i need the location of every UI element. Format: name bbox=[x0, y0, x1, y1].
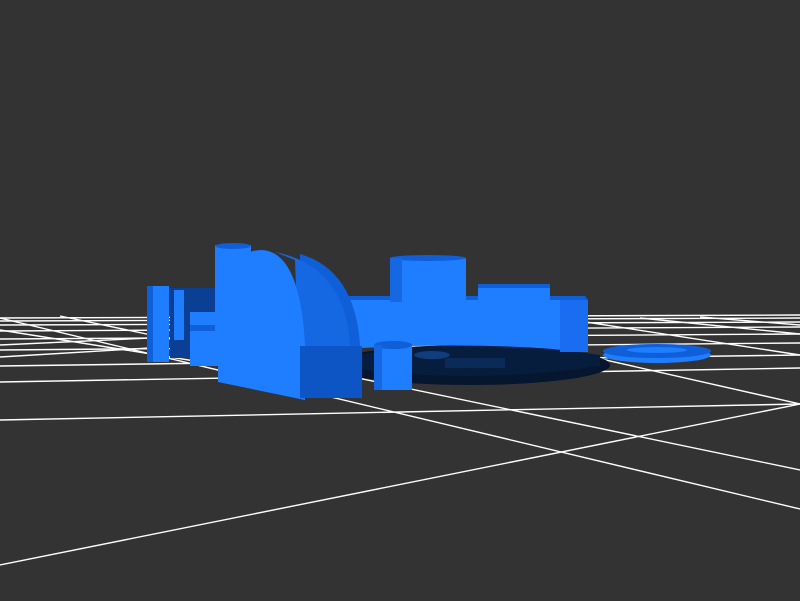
plate-cutout bbox=[445, 358, 505, 368]
ring-wall bbox=[330, 300, 588, 352]
ring-wall-end bbox=[560, 300, 588, 352]
arch-block-notch bbox=[300, 346, 362, 398]
small-cylinder-shade bbox=[374, 345, 382, 390]
side-post-shade bbox=[147, 286, 153, 362]
3d-viewport[interactable] bbox=[0, 0, 800, 601]
scene-canvas[interactable] bbox=[0, 0, 800, 601]
rear-block-top bbox=[478, 284, 550, 288]
plate-hole bbox=[414, 351, 450, 359]
rear-block bbox=[478, 286, 550, 302]
tall-cylinder-cap bbox=[215, 243, 251, 249]
top-cylinder-shade bbox=[390, 258, 402, 302]
side-post-rib bbox=[174, 290, 184, 340]
flat-disc-hole bbox=[627, 347, 687, 353]
